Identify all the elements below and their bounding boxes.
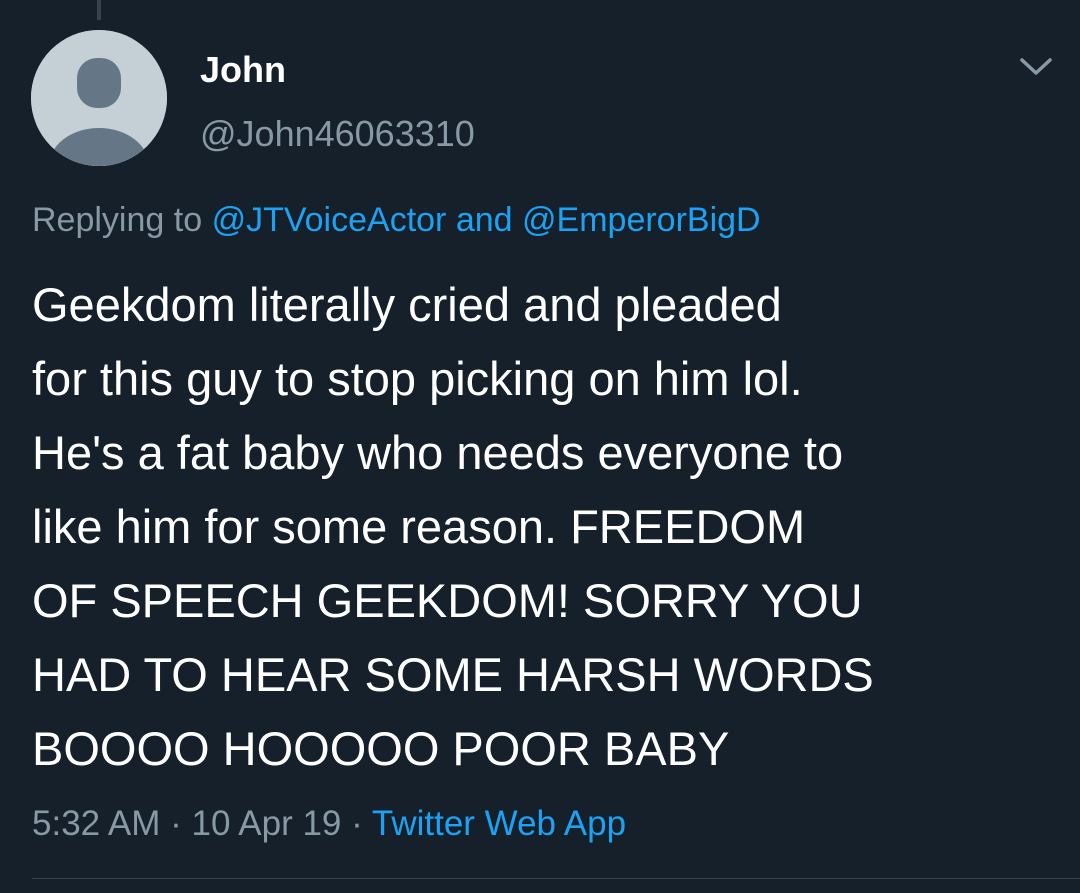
tweet-date[interactable]: 10 Apr 19 <box>192 804 342 843</box>
tweet-text: Geekdom literally cried and pleaded for … <box>32 278 874 775</box>
author-name[interactable]: John <box>200 48 286 92</box>
replying-conjunction[interactable]: and <box>456 201 513 239</box>
mention-link-jtvoiceactor[interactable]: @JTVoiceActor <box>212 201 447 239</box>
chevron-down-icon[interactable] <box>1016 50 1056 82</box>
avatar[interactable] <box>31 30 167 166</box>
meta-separator: · <box>351 804 363 843</box>
mention-link-emperorbigd[interactable]: @EmperorBigD <box>522 201 761 239</box>
replying-to-line: Replying to @JTVoiceActor and @EmperorBi… <box>32 198 761 242</box>
tweet-time[interactable]: 5:32 AM <box>32 804 160 843</box>
default-avatar-icon <box>31 30 167 166</box>
meta-separator: · <box>170 804 182 843</box>
replying-prefix: Replying to <box>32 201 203 239</box>
divider <box>32 878 1080 879</box>
author-handle[interactable]: @John46063310 <box>200 112 475 156</box>
tweet-detail: John @John46063310 Replying to @JTVoiceA… <box>0 0 1080 893</box>
tweet-source-link[interactable]: Twitter Web App <box>372 804 626 843</box>
tweet-meta: 5:32 AM · 10 Apr 19 · Twitter Web App <box>32 801 626 847</box>
thread-connector-line <box>97 0 101 20</box>
